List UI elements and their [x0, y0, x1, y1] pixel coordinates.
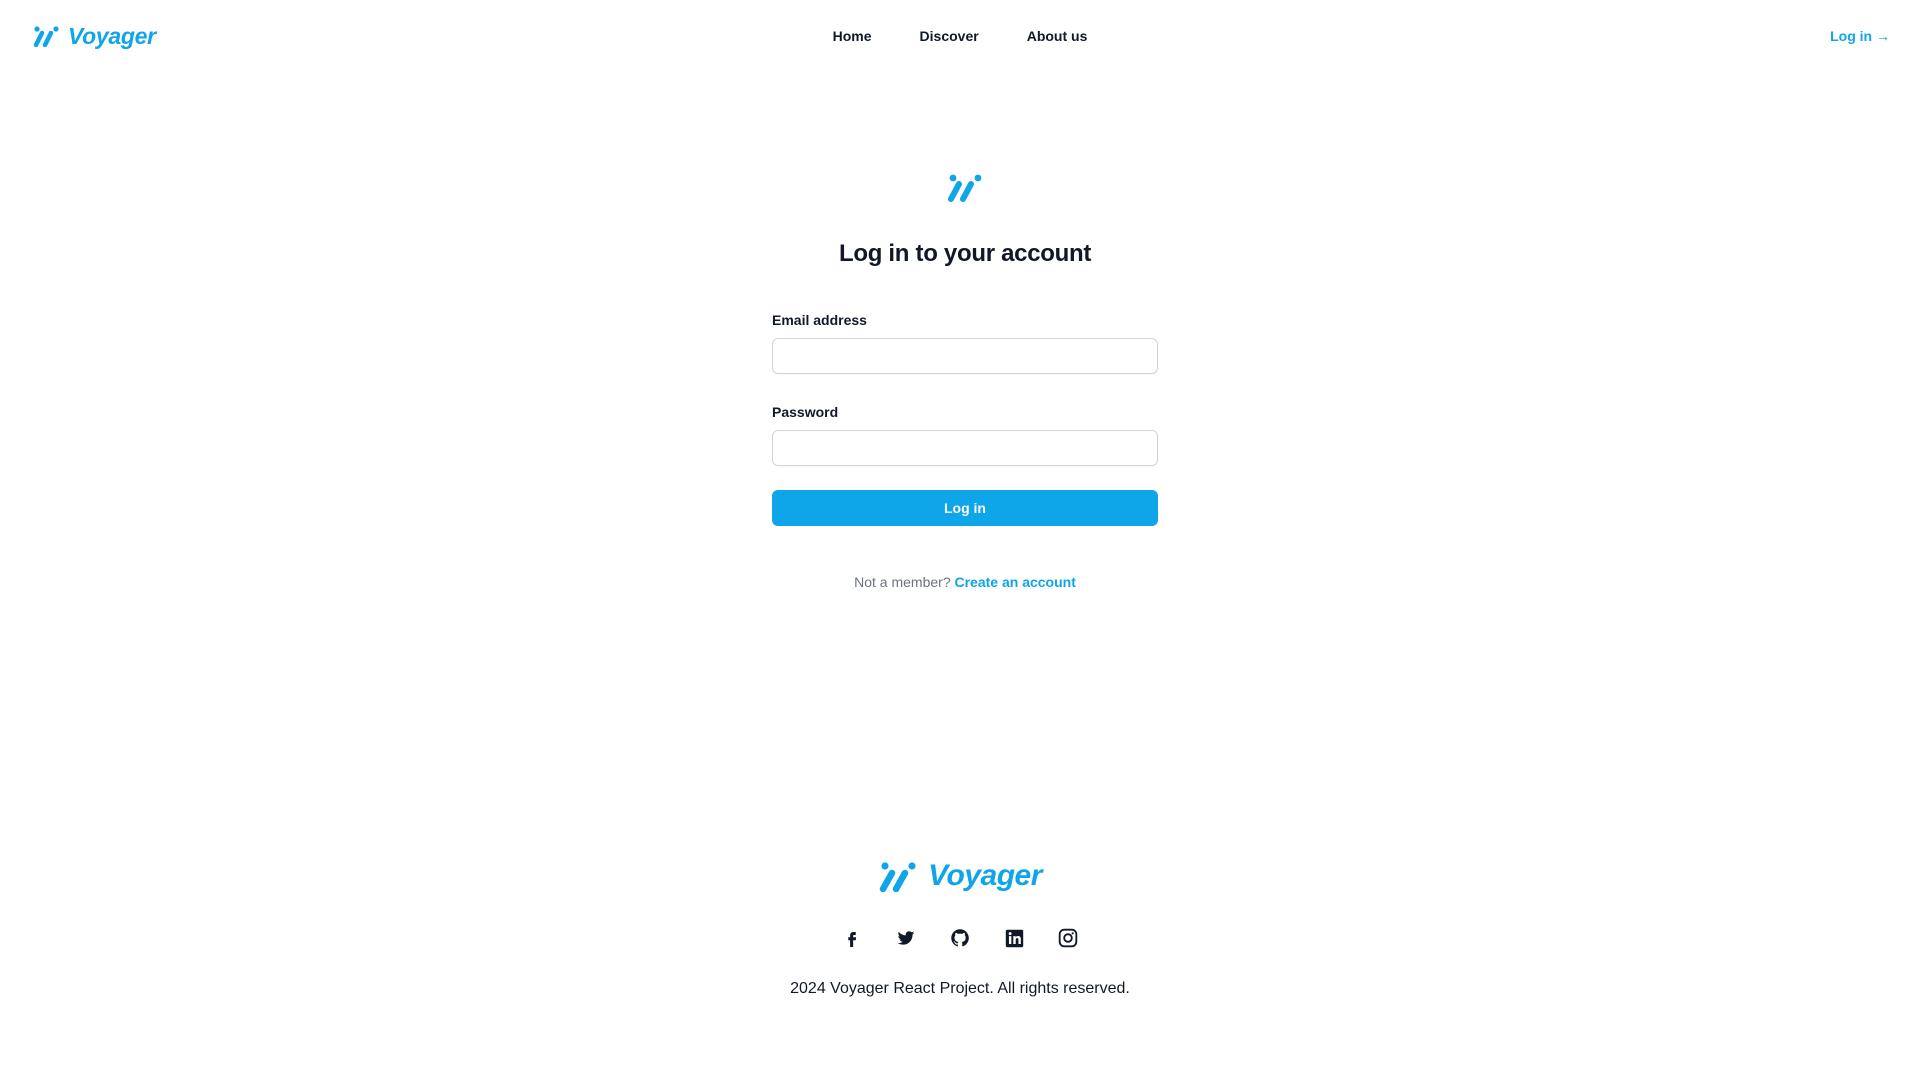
footer-brand-name: Voyager	[928, 859, 1042, 892]
facebook-link[interactable]	[842, 928, 862, 948]
email-field[interactable]	[772, 338, 1158, 374]
voyager-logo-icon	[879, 862, 916, 892]
facebook-icon	[848, 932, 857, 947]
signup-prompt-text: Not a member?	[854, 574, 951, 590]
twitter-icon	[897, 931, 915, 945]
email-field-group: Email address	[772, 310, 1158, 374]
instagram-icon	[1058, 928, 1078, 948]
social-links	[0, 928, 1920, 948]
password-field[interactable]	[772, 430, 1158, 466]
site-header: Voyager Home Discover About us Log in →	[0, 0, 1920, 72]
instagram-link[interactable]	[1058, 928, 1078, 948]
copyright-text: 2024 Voyager React Project. All rights r…	[790, 980, 1130, 997]
login-form: Email address Password Log in	[772, 310, 1158, 526]
twitter-link[interactable]	[896, 928, 916, 948]
password-field-group: Password	[772, 402, 1158, 466]
site-footer: Voyager 2024 Voyager React Project. All …	[0, 858, 1920, 1000]
brand-home-link[interactable]: Voyager	[32, 20, 156, 52]
login-logo	[772, 172, 1158, 204]
signup-prompt: Not a member? Create an account	[772, 572, 1158, 592]
login-section: Log in to your account Email address Pas…	[772, 172, 1158, 592]
nav-about-us[interactable]: About us	[1027, 26, 1088, 46]
login-button[interactable]: Log in	[772, 490, 1158, 526]
voyager-logo-icon	[948, 174, 982, 202]
brand-name: Voyager	[68, 22, 156, 49]
footer-brand: Voyager	[0, 858, 1920, 894]
linkedin-icon	[1005, 929, 1023, 947]
email-label: Email address	[772, 312, 867, 328]
nav-discover[interactable]: Discover	[920, 26, 979, 46]
login-title: Log in to your account	[838, 240, 1092, 267]
voyager-logo-icon	[33, 26, 59, 47]
github-link[interactable]	[950, 928, 970, 948]
main-nav: Home Discover About us	[0, 26, 1920, 46]
create-account-link[interactable]: Create an account	[955, 574, 1076, 590]
nav-home[interactable]: Home	[833, 26, 872, 46]
page: Voyager Home Discover About us Log in → …	[0, 0, 1920, 1084]
linkedin-link[interactable]	[1004, 928, 1024, 948]
password-label: Password	[772, 404, 839, 420]
github-icon	[951, 929, 969, 947]
header-login-link[interactable]: Log in →	[1830, 26, 1890, 46]
